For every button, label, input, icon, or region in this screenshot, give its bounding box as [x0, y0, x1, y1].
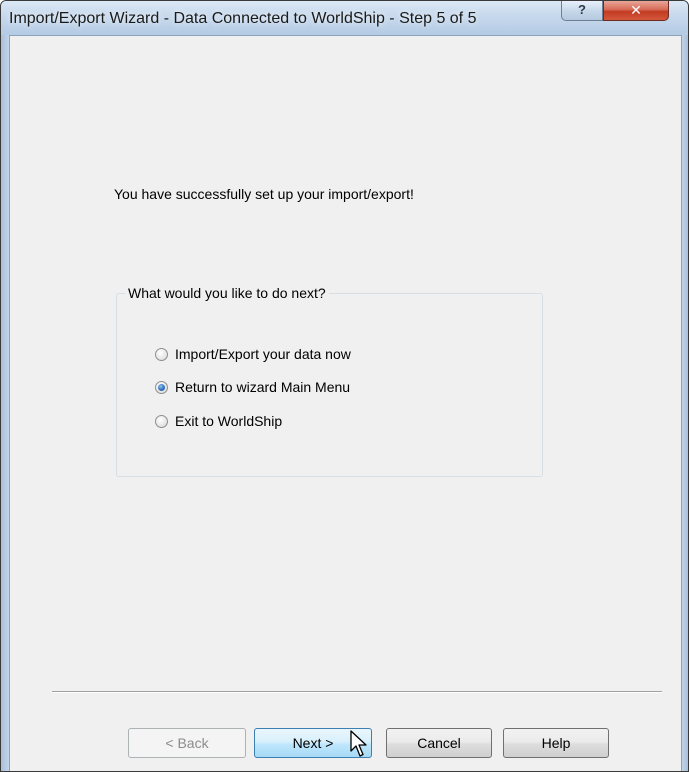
success-message: You have successfully set up your import…: [114, 186, 414, 202]
radio-button-selected-icon[interactable]: [155, 380, 168, 394]
option-import-export-now[interactable]: Import/Export your data now: [155, 344, 351, 364]
window-frame-left: [1, 35, 9, 771]
next-action-group: What would you like to do next? Import/E…: [116, 285, 543, 477]
option-label: Return to wizard Main Menu: [175, 379, 351, 395]
footer-separator: [52, 691, 662, 693]
help-button[interactable]: Help: [503, 728, 609, 758]
window-frame-right: [681, 35, 688, 771]
close-icon: ✕: [630, 2, 642, 18]
wizard-window: Import/Export Wizard - Data Connected to…: [0, 0, 689, 772]
title-bar[interactable]: Import/Export Wizard - Data Connected to…: [1, 1, 688, 35]
option-label: Import/Export your data now: [175, 346, 351, 362]
option-label: Exit to WorldShip: [175, 413, 283, 429]
back-button[interactable]: < Back: [128, 728, 246, 758]
help-caption-button[interactable]: ?: [561, 1, 603, 21]
close-button[interactable]: ✕: [603, 1, 669, 21]
radio-button-icon[interactable]: [155, 414, 168, 428]
option-return-main-menu[interactable]: Return to wizard Main Menu: [155, 377, 350, 397]
cancel-button[interactable]: Cancel: [386, 728, 492, 758]
mouse-pointer-icon: [350, 730, 367, 757]
group-label: What would you like to do next?: [125, 285, 329, 301]
dialog-body: You have successfully set up your import…: [9, 35, 682, 771]
option-exit-worldship[interactable]: Exit to WorldShip: [155, 411, 282, 431]
window-title: Import/Export Wizard - Data Connected to…: [9, 10, 477, 27]
radio-button-icon[interactable]: [155, 347, 168, 361]
question-mark-icon: ?: [578, 2, 586, 17]
